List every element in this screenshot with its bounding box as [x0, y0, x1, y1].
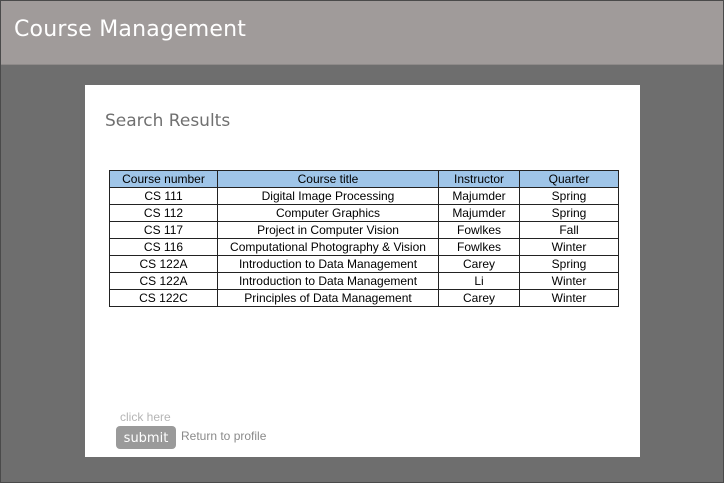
cell-course-number: CS 122C — [109, 289, 218, 307]
table-row: CS 112 Computer Graphics Majumder Spring — [109, 204, 619, 222]
cell-course-title: Computer Graphics — [217, 204, 439, 222]
cell-course-number: CS 111 — [109, 187, 218, 205]
app-window: Course Management Search Results Course … — [0, 0, 724, 483]
table-row: CS 111 Digital Image Processing Majumder… — [109, 187, 619, 205]
table-header-row: Course number Course title Instructor Qu… — [109, 170, 619, 188]
table-row: CS 117 Project in Computer Vision Fowlke… — [109, 221, 619, 239]
cell-quarter: Spring — [519, 255, 619, 273]
return-to-profile-link[interactable]: Return to profile — [181, 429, 266, 443]
cell-instructor: Majumder — [438, 204, 520, 222]
cell-quarter: Spring — [519, 204, 619, 222]
cell-course-title: Computational Photography & Vision — [217, 238, 439, 256]
column-header-quarter: Quarter — [519, 170, 619, 188]
cell-quarter: Winter — [519, 272, 619, 290]
panel-title: Search Results — [105, 111, 231, 131]
cell-instructor: Carey — [438, 289, 520, 307]
table-row: CS 122A Introduction to Data Management … — [109, 255, 619, 273]
cell-course-number: CS 112 — [109, 204, 218, 222]
search-results-panel: Search Results Course number Course titl… — [85, 85, 640, 457]
table-row: CS 122C Principles of Data Management Ca… — [109, 289, 619, 307]
cell-instructor: Li — [438, 272, 520, 290]
column-header-instructor: Instructor — [438, 170, 520, 188]
app-title: Course Management — [14, 17, 247, 42]
cell-course-number: CS 122A — [109, 272, 218, 290]
cell-course-title: Introduction to Data Management — [217, 255, 439, 273]
cell-course-title: Digital Image Processing — [217, 187, 439, 205]
cell-course-number: CS 122A — [109, 255, 218, 273]
column-header-course-number: Course number — [109, 170, 218, 188]
cell-quarter: Spring — [519, 187, 619, 205]
cell-instructor: Majumder — [438, 187, 520, 205]
cell-instructor: Fowlkes — [438, 238, 520, 256]
cell-course-title: Principles of Data Management — [217, 289, 439, 307]
click-here-hint: click here — [120, 410, 171, 424]
cell-course-number: CS 117 — [109, 221, 218, 239]
submit-button[interactable]: submit — [116, 426, 176, 449]
cell-course-title: Project in Computer Vision — [217, 221, 439, 239]
cell-quarter: Fall — [519, 221, 619, 239]
cell-instructor: Carey — [438, 255, 520, 273]
results-table: Course number Course title Instructor Qu… — [109, 170, 619, 307]
cell-quarter: Winter — [519, 238, 619, 256]
column-header-course-title: Course title — [217, 170, 439, 188]
table-row: CS 122A Introduction to Data Management … — [109, 272, 619, 290]
cell-instructor: Fowlkes — [438, 221, 520, 239]
cell-quarter: Winter — [519, 289, 619, 307]
table-row: CS 116 Computational Photography & Visio… — [109, 238, 619, 256]
app-header: Course Management — [1, 1, 723, 65]
cell-course-title: Introduction to Data Management — [217, 272, 439, 290]
cell-course-number: CS 116 — [109, 238, 218, 256]
